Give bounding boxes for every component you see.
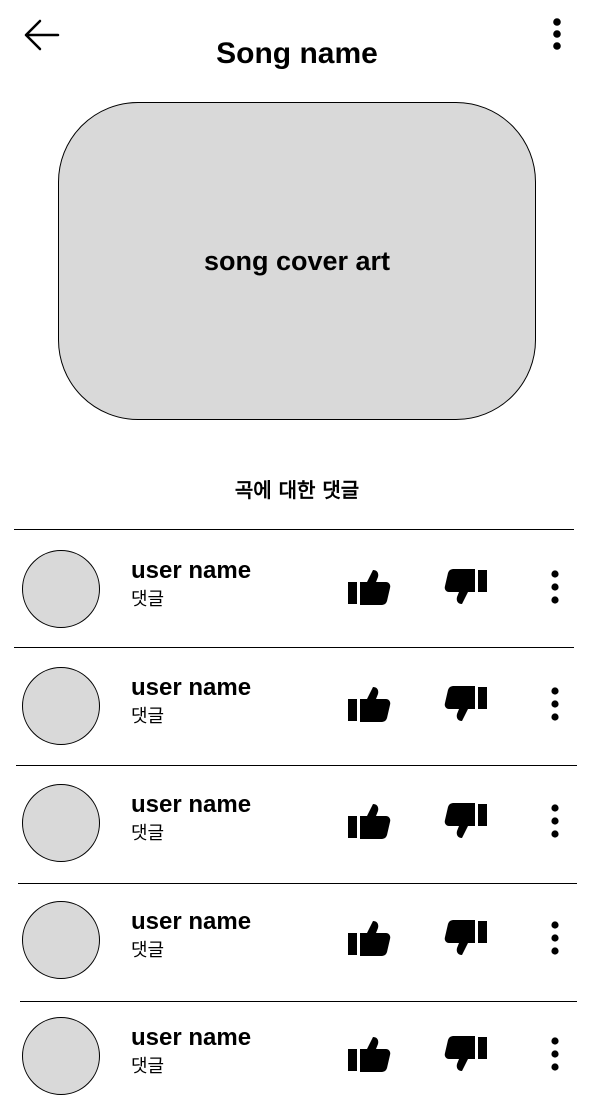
dislike-button[interactable]	[444, 1035, 488, 1075]
thumbs-down-icon	[444, 920, 487, 955]
like-button[interactable]	[347, 919, 391, 959]
comment-more-button[interactable]	[544, 802, 566, 842]
comment-row: user name 댓글	[0, 997, 594, 1114]
dislike-button[interactable]	[444, 685, 488, 725]
avatar[interactable]	[22, 901, 100, 979]
comment-row: user name 댓글	[0, 530, 594, 647]
more-vertical-icon	[551, 1037, 559, 1071]
comment-user-name[interactable]: user name	[131, 1023, 251, 1053]
dislike-button[interactable]	[444, 919, 488, 959]
thumbs-up-icon	[348, 570, 391, 605]
comment-row: user name 댓글	[0, 647, 594, 764]
more-vertical-icon	[551, 687, 559, 721]
thumbs-down-icon	[444, 686, 487, 721]
like-button[interactable]	[347, 685, 391, 725]
dislike-button[interactable]	[444, 802, 488, 842]
comment-more-button[interactable]	[544, 568, 566, 608]
comment-row: user name 댓글	[0, 764, 594, 881]
avatar[interactable]	[22, 667, 100, 745]
comment-text: 댓글	[131, 940, 165, 961]
comment-row: user name 댓글	[0, 881, 594, 998]
comment-text: 댓글	[131, 706, 165, 727]
thumbs-down-icon	[444, 803, 487, 838]
avatar[interactable]	[22, 550, 100, 628]
dislike-button[interactable]	[444, 568, 488, 608]
comment-text: 댓글	[131, 589, 165, 610]
comment-more-button[interactable]	[544, 919, 566, 959]
comment-user-name[interactable]: user name	[131, 790, 251, 820]
comment-list: user name 댓글 user name 댓글 user name 댓글 u…	[0, 0, 594, 1095]
like-button[interactable]	[347, 1035, 391, 1075]
thumbs-up-icon	[348, 1037, 391, 1072]
comment-user-name[interactable]: user name	[131, 907, 251, 937]
comment-text: 댓글	[131, 823, 165, 844]
thumbs-up-icon	[348, 687, 391, 722]
more-vertical-icon	[551, 570, 559, 604]
comment-more-button[interactable]	[544, 1035, 566, 1075]
comment-more-button[interactable]	[544, 685, 566, 725]
like-button[interactable]	[347, 802, 391, 842]
like-button[interactable]	[347, 568, 391, 608]
avatar[interactable]	[22, 1017, 100, 1095]
comment-user-name[interactable]: user name	[131, 556, 251, 586]
thumbs-up-icon	[348, 804, 391, 839]
comment-user-name[interactable]: user name	[131, 673, 251, 703]
more-vertical-icon	[551, 804, 559, 838]
avatar[interactable]	[22, 784, 100, 862]
thumbs-down-icon	[444, 569, 487, 604]
comment-text: 댓글	[131, 1056, 165, 1077]
more-vertical-icon	[551, 921, 559, 955]
thumbs-up-icon	[348, 921, 391, 956]
thumbs-down-icon	[444, 1036, 487, 1071]
